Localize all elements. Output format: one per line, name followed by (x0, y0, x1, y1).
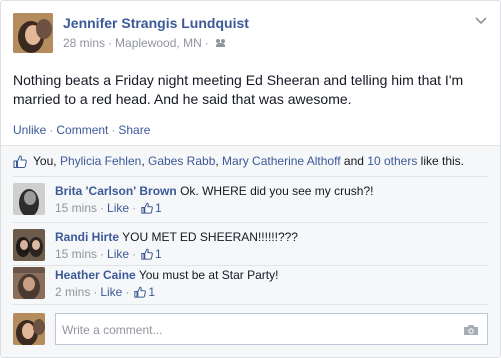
comment-text: You must be at Star Party! (138, 268, 279, 282)
comment-meta: 2 mins · Like · 1 (55, 285, 155, 299)
comment-like-link[interactable]: Like (107, 247, 129, 261)
meta-separator: · (132, 247, 137, 261)
meta-separator: · (100, 201, 105, 215)
camera-icon[interactable] (463, 324, 479, 336)
unlike-link[interactable]: Unlike (13, 123, 46, 137)
likes-others-link[interactable]: 10 others (367, 154, 417, 168)
current-user-avatar[interactable] (13, 313, 45, 345)
comment-text: YOU MET ED SHEERAN!!!!!!??? (122, 230, 298, 244)
chevron-down-icon[interactable] (474, 13, 488, 27)
comment-like-link[interactable]: Like (100, 285, 122, 299)
comment-item: Brita 'Carlson' Brown Ok. WHERE did you … (13, 183, 488, 223)
likes-suffix: like this. (420, 154, 465, 168)
comment-divider (13, 176, 488, 177)
comment-body: Heather Caine You must be at Star Party! (55, 267, 278, 283)
comment-divider (13, 304, 488, 305)
comment-time[interactable]: 15 mins (55, 201, 97, 215)
meta-separator: · (132, 201, 137, 215)
comment-divider (13, 222, 488, 223)
liker-name[interactable]: Gabes Rabb (148, 154, 215, 168)
liker-name[interactable]: Mary Catherine Althoff (222, 154, 341, 168)
author-avatar[interactable] (13, 13, 53, 53)
friends-audience-icon[interactable] (215, 39, 226, 47)
comment-divider (13, 265, 488, 266)
post-text: Nothing beats a Friday night meeting Ed … (13, 72, 464, 107)
comment-time[interactable]: 2 mins (55, 285, 90, 299)
liker-name[interactable]: Phylicia Fehlen (60, 154, 141, 168)
commenter-name[interactable]: Randi Hirte (55, 230, 119, 244)
post-location[interactable]: Maplewood, MN (115, 36, 202, 50)
post-meta: 28 mins · Maplewood, MN · (63, 36, 226, 50)
action-separator: · (49, 123, 54, 137)
commenter-avatar[interactable] (13, 229, 45, 261)
comment-like-count[interactable]: 1 (148, 285, 155, 299)
post-actions: Unlike · Comment · Share (13, 123, 150, 137)
comment-link[interactable]: Comment (56, 123, 108, 137)
comment-time[interactable]: 15 mins (55, 247, 97, 261)
commenter-name[interactable]: Heather Caine (55, 268, 136, 282)
comment-like-count[interactable]: 1 (155, 201, 162, 215)
comment-like-count[interactable]: 1 (155, 247, 162, 261)
meta-separator: · (108, 36, 113, 50)
thumbs-up-icon[interactable] (141, 248, 153, 260)
meta-separator: · (100, 247, 105, 261)
comment-like-link[interactable]: Like (107, 201, 129, 215)
comment-item: Randi Hirte YOU MET ED SHEERAN!!!!!!??? … (13, 229, 488, 269)
comment-item: Heather Caine You must be at Star Party!… (13, 267, 488, 307)
meta-separator: · (204, 36, 209, 50)
meta-separator: · (125, 285, 130, 299)
commenter-name[interactable]: Brita 'Carlson' Brown (55, 184, 177, 198)
meta-separator: · (93, 285, 98, 299)
post-time[interactable]: 28 mins (63, 36, 105, 50)
comment-meta: 15 mins · Like · 1 (55, 201, 162, 215)
commenter-avatar[interactable] (13, 267, 45, 299)
thumbs-up-icon (13, 154, 27, 168)
comment-text: Ok. WHERE did you see my crush?! (180, 184, 374, 198)
likes-you: You, (33, 154, 57, 168)
commenter-avatar[interactable] (13, 183, 45, 215)
author-name[interactable]: Jennifer Strangis Lundquist (63, 15, 249, 31)
likes-summary: You, Phylicia Fehlen, Gabes Rabb, Mary C… (13, 154, 464, 168)
feed-post: Jennifer Strangis Lundquist 28 mins · Ma… (0, 0, 501, 358)
thumbs-up-icon[interactable] (134, 286, 147, 298)
likes-and: and (343, 154, 364, 168)
comment-body: Brita 'Carlson' Brown Ok. WHERE did you … (55, 183, 373, 199)
thumbs-up-icon[interactable] (141, 202, 153, 214)
action-separator: · (111, 123, 116, 137)
comment-meta: 15 mins · Like · 1 (55, 247, 162, 261)
comment-input[interactable]: Write a comment... (55, 313, 488, 345)
comment-composer: Write a comment... (13, 313, 488, 345)
comment-body: Randi Hirte YOU MET ED SHEERAN!!!!!!??? (55, 229, 298, 245)
share-link[interactable]: Share (118, 123, 150, 137)
comment-input-placeholder: Write a comment... (62, 323, 163, 337)
